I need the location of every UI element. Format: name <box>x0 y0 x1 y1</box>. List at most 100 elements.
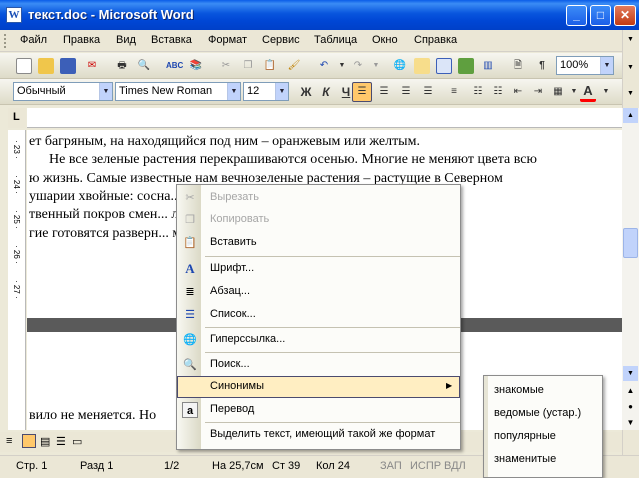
show-hide-icon[interactable]: ¶ <box>534 58 550 74</box>
menu-edit[interactable]: Правка <box>63 34 100 46</box>
font-dropdown-icon[interactable]: ▼ <box>227 83 240 100</box>
redo-dropdown-icon[interactable]: ▼ <box>368 58 384 74</box>
ctx-translate[interactable]: a Перевод <box>177 399 460 421</box>
prev-page-icon[interactable]: ▲ <box>623 383 638 398</box>
menu-tools[interactable]: Сервис <box>262 34 300 46</box>
menubar-options-icon[interactable]: ▼ <box>627 36 634 43</box>
justify-icon[interactable]: ☰ <box>420 84 436 100</box>
web-view-icon[interactable] <box>22 434 36 448</box>
cut-toolbar-icon[interactable]: ✂ <box>218 58 234 74</box>
font-size-combo[interactable]: 12 ▼ <box>243 82 289 101</box>
ctx-copy[interactable]: ❐ Копировать <box>177 209 460 231</box>
format-painter-icon[interactable]: 🖌 <box>286 58 302 74</box>
permission-icon[interactable]: ✉ <box>84 58 100 74</box>
line-spacing-icon[interactable]: ≡ <box>446 84 462 100</box>
menu-view[interactable]: Вид <box>116 34 136 46</box>
menu-format[interactable]: Формат <box>208 34 247 46</box>
align-center-icon[interactable]: ☰ <box>376 84 392 100</box>
undo-icon[interactable]: ↶ <box>316 58 332 74</box>
synonym-item[interactable]: знакомые <box>494 384 544 396</box>
font-combo[interactable]: Times New Roman ▼ <box>115 82 241 101</box>
formatting-options-icon[interactable]: ▼ <box>627 90 634 97</box>
numbering-icon[interactable]: ☷ <box>470 84 486 100</box>
new-document-icon[interactable] <box>16 58 32 74</box>
ctx-search[interactable]: 🔍 Поиск... <box>177 354 460 376</box>
scroll-down-icon[interactable]: ▼ <box>623 366 638 381</box>
horizontal-ruler[interactable] <box>27 108 622 128</box>
synonym-item[interactable]: ведомые (устар.) <box>494 407 581 419</box>
vertical-ruler[interactable]: · 23 · · 24 · · 25 · · 26 · · 27 · <box>8 130 26 430</box>
reading-view-icon[interactable]: ▭ <box>72 435 82 448</box>
italic-icon[interactable]: К <box>318 84 334 100</box>
status-rec[interactable]: ЗАП <box>380 460 402 472</box>
word-app-icon[interactable]: W <box>6 7 22 23</box>
ctx-font[interactable]: A Шрифт... <box>177 258 460 280</box>
status-trk[interactable]: ИСПР <box>410 460 441 472</box>
ctx-paragraph[interactable]: ≣ Абзац... <box>177 281 460 303</box>
ctx-select-same-format[interactable]: Выделить текст, имеющий такой же формат <box>177 424 460 446</box>
menu-file[interactable]: Файл <box>20 34 47 46</box>
menu-help[interactable]: Справка <box>414 34 457 46</box>
align-left-icon[interactable]: ☰ <box>352 82 372 102</box>
open-folder-icon[interactable] <box>38 58 54 74</box>
scroll-thumb[interactable] <box>623 228 638 258</box>
synonym-item[interactable]: популярные <box>494 430 556 442</box>
redo-icon[interactable]: ↷ <box>350 58 366 74</box>
next-page-icon[interactable]: ▼ <box>623 415 638 430</box>
ctx-cut[interactable]: ✂ Вырезать <box>177 187 460 209</box>
menu-insert[interactable]: Вставка <box>151 34 192 46</box>
research-icon[interactable]: 📚 <box>188 58 204 74</box>
close-button[interactable]: ✕ <box>614 5 636 26</box>
menu-window[interactable]: Окно <box>372 34 398 46</box>
spelling-icon[interactable]: ABC <box>166 58 183 74</box>
bullets-icon[interactable]: ☷ <box>490 84 506 100</box>
columns-icon[interactable]: ▥ <box>480 58 496 74</box>
tab-selector[interactable]: L <box>8 108 26 128</box>
status-at: На 25,7см <box>212 460 264 472</box>
insert-table-icon[interactable] <box>436 58 452 74</box>
print-icon[interactable]: 🖶 <box>114 58 130 74</box>
tables-borders-icon[interactable] <box>414 58 430 74</box>
scroll-up-icon[interactable]: ▲ <box>623 108 638 123</box>
ctx-hyperlink[interactable]: 🌐 Гиперссылка... <box>177 329 460 351</box>
style-dropdown-icon[interactable]: ▼ <box>99 83 112 100</box>
toolbar-options-icon[interactable]: ▼ <box>627 64 634 71</box>
ctx-separator <box>205 256 460 257</box>
insert-excel-icon[interactable] <box>458 58 474 74</box>
browse-object-icon[interactable]: ● <box>623 399 638 414</box>
print-layout-icon[interactable]: ▤ <box>40 435 50 448</box>
menubar-grip[interactable] <box>4 34 7 48</box>
ctx-paste[interactable]: 📋 Вставить <box>177 232 460 254</box>
document-map-icon[interactable]: 🗎 <box>510 58 526 74</box>
ctx-separator <box>205 327 460 328</box>
zoom-combo[interactable]: 100% ▼ <box>556 56 614 75</box>
align-right-icon[interactable]: ☰ <box>398 84 414 100</box>
bold-icon[interactable]: Ж <box>298 84 314 100</box>
style-combo[interactable]: Обычный ▼ <box>13 82 113 101</box>
borders-icon[interactable]: ▦ <box>550 84 566 100</box>
ctx-list[interactable]: ☰ Список... <box>177 304 460 326</box>
copy-toolbar-icon[interactable]: ❐ <box>240 58 256 74</box>
font-color-icon[interactable]: A <box>580 84 596 102</box>
ctx-synonyms[interactable]: Синонимы ▶ <box>177 376 460 398</box>
outline-view-icon[interactable]: ☰ <box>56 435 66 448</box>
insert-hyperlink-icon[interactable]: 🌐 <box>392 58 408 74</box>
zoom-dropdown-icon[interactable]: ▼ <box>600 57 613 74</box>
paste-toolbar-icon[interactable]: 📋 <box>262 58 278 74</box>
status-ext[interactable]: ВДЛ <box>444 460 466 472</box>
vertical-scrollbar[interactable]: ▲ ▼ ▲ ● ▼ <box>622 108 639 430</box>
increase-indent-icon[interactable]: ⇥ <box>530 84 546 100</box>
synonyms-submenu: знакомые ведомые (устар.) популярные зна… <box>483 375 603 478</box>
minimize-button[interactable]: _ <box>566 5 587 26</box>
decrease-indent-icon[interactable]: ⇤ <box>510 84 526 100</box>
font-icon: A <box>185 261 195 276</box>
undo-dropdown-icon[interactable]: ▼ <box>334 58 350 74</box>
normal-view-icon[interactable]: ≡ <box>6 435 12 447</box>
save-icon[interactable] <box>60 58 76 74</box>
font-size-dropdown-icon[interactable]: ▼ <box>275 83 288 100</box>
font-color-dropdown-icon[interactable]: ▼ <box>598 84 614 100</box>
menu-table[interactable]: Таблица <box>314 34 357 46</box>
synonym-item[interactable]: знаменитые <box>494 453 556 465</box>
print-preview-icon[interactable]: 🔍 <box>136 58 152 74</box>
maximize-button[interactable]: □ <box>590 5 611 26</box>
